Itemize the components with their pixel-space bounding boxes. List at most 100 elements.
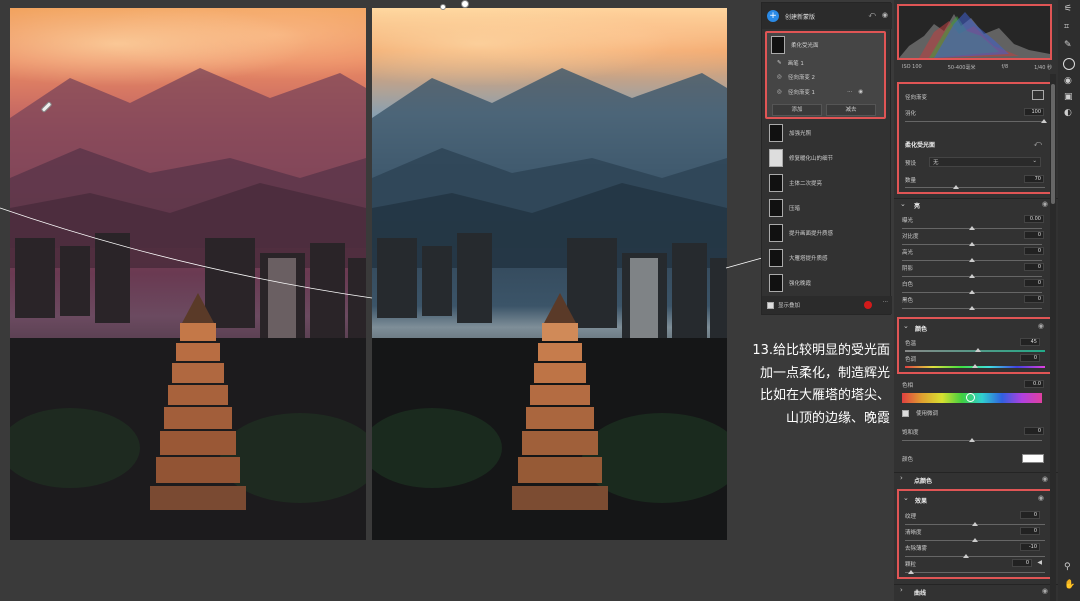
layer-item[interactable]: 加强光照	[765, 121, 889, 145]
slider-knob[interactable]	[969, 290, 975, 294]
amount-value[interactable]: 70	[1024, 175, 1044, 183]
preset-select[interactable]: 无 ⌄	[929, 157, 1041, 167]
reset-icon[interactable]: ⤺	[868, 11, 875, 20]
eye-icon[interactable]: ◉	[1042, 475, 1048, 483]
redeye-icon[interactable]: ◉	[1064, 76, 1072, 86]
layer-item[interactable]: 提升画面提升质感	[765, 221, 889, 245]
slider-knob[interactable]	[969, 226, 975, 230]
clarity-slider[interactable]	[905, 538, 1045, 542]
chevron-down-icon[interactable]: ⌄	[903, 494, 909, 502]
more-icon[interactable]: ···	[883, 299, 888, 305]
slider-knob[interactable]	[969, 438, 975, 442]
highlights-slider[interactable]	[902, 258, 1042, 262]
highlights-value[interactable]: 0	[1024, 247, 1044, 255]
eye-icon[interactable]: ◉	[1042, 587, 1048, 595]
slider-knob[interactable]	[972, 364, 978, 368]
texture-value[interactable]: 0	[1020, 511, 1040, 519]
hue-value[interactable]: 0.0	[1024, 380, 1044, 388]
contrast-slider[interactable]	[902, 242, 1042, 246]
layer-item[interactable]: 主体二次提亮	[765, 171, 889, 195]
show-overlay-checkbox[interactable]	[767, 301, 774, 309]
slider-knob[interactable]	[969, 242, 975, 246]
sliders-icon[interactable]: ⚟	[1064, 4, 1072, 14]
hue-slider[interactable]	[902, 393, 1042, 403]
versions-icon[interactable]: ◐	[1064, 108, 1072, 118]
exposure-value[interactable]: 0.00	[1024, 215, 1044, 223]
tint-value[interactable]: 0	[1020, 354, 1040, 362]
grain-value[interactable]: 0	[1012, 559, 1032, 567]
feather-value[interactable]: 100	[1024, 108, 1044, 116]
saturation-value[interactable]: 0	[1024, 427, 1044, 435]
use-fine-row[interactable]: 使用微调	[902, 409, 938, 417]
chevron-down-icon[interactable]: ⌄	[900, 200, 906, 208]
temperature-slider[interactable]	[905, 348, 1045, 352]
tint-slider[interactable]	[905, 364, 1045, 368]
masking-icon[interactable]	[1063, 58, 1075, 70]
panel-scrollbar[interactable]	[1050, 74, 1056, 601]
slider-knob[interactable]	[969, 274, 975, 278]
blacks-slider[interactable]	[902, 306, 1042, 310]
eye-icon[interactable]: ◉	[858, 89, 863, 95]
slider-knob[interactable]	[975, 348, 981, 352]
eye-icon[interactable]: ◉	[882, 11, 888, 20]
color-swatch[interactable]	[1022, 454, 1044, 463]
slider-knob[interactable]	[972, 538, 978, 542]
temperature-value[interactable]: 45	[1020, 338, 1040, 346]
chevron-down-icon[interactable]: ⌄	[903, 322, 909, 330]
layer-item[interactable]: 强化晚霞	[765, 271, 889, 295]
gradient-handle-2[interactable]	[440, 4, 446, 10]
slider-knob[interactable]	[1041, 119, 1047, 123]
invert-icon[interactable]	[1032, 90, 1044, 100]
exposure-slider[interactable]	[902, 226, 1042, 230]
layer-item[interactable]: 压暗	[765, 196, 889, 220]
layer-item[interactable]: 大雁塔提升质感	[765, 246, 889, 270]
slider-knob[interactable]	[908, 570, 914, 574]
feather-slider[interactable]	[905, 119, 1047, 123]
whites-slider[interactable]	[902, 290, 1042, 294]
shadows-value[interactable]: 0	[1024, 263, 1044, 271]
hand-icon[interactable]: ✋	[1064, 580, 1075, 590]
overlay-color-swatch[interactable]	[864, 301, 872, 309]
presets-icon[interactable]: ▣	[1064, 92, 1073, 102]
slider-knob[interactable]	[972, 522, 978, 526]
active-mask-row[interactable]: 柔化受光面	[767, 33, 891, 57]
grain-slider[interactable]	[905, 570, 1045, 574]
scrollbar-thumb[interactable]	[1051, 84, 1055, 204]
use-fine-checkbox[interactable]	[902, 409, 909, 417]
create-mask-button[interactable]: +	[767, 10, 779, 22]
chevron-right-icon[interactable]: ›	[900, 474, 903, 482]
sub-item-brush[interactable]: ✎ 画笔 1	[777, 59, 804, 67]
slider-knob[interactable]	[969, 306, 975, 310]
sub-item-radial-1[interactable]: ◎ 径向渐变 1 ··· ◉	[777, 88, 863, 96]
texture-slider[interactable]	[905, 522, 1045, 526]
zoom-icon[interactable]: ⚲	[1064, 562, 1071, 572]
hue-knob[interactable]	[966, 393, 975, 402]
dehaze-slider[interactable]	[905, 554, 1045, 558]
healing-brush-icon[interactable]: ✎	[1064, 40, 1072, 50]
layer-item[interactable]: 修复暖化山的细节	[765, 146, 889, 170]
gradient-handle[interactable]	[461, 0, 469, 8]
slider-knob[interactable]	[963, 554, 969, 558]
contrast-value[interactable]: 0	[1024, 231, 1044, 239]
eye-icon[interactable]: ◉	[1038, 494, 1044, 502]
eye-icon[interactable]: ◉	[1038, 322, 1044, 330]
clarity-value[interactable]: 0	[1020, 527, 1040, 535]
expand-triangle-icon[interactable]: ◀	[1037, 559, 1042, 566]
add-button[interactable]: 添加	[772, 104, 822, 116]
blacks-value[interactable]: 0	[1024, 295, 1044, 303]
saturation-slider[interactable]	[902, 438, 1042, 442]
shadows-slider[interactable]	[902, 274, 1042, 278]
amount-slider[interactable]	[905, 185, 1045, 189]
slider-knob[interactable]	[953, 185, 959, 189]
crop-icon[interactable]: ⌗	[1064, 22, 1069, 32]
eye-icon[interactable]: ◉	[1042, 200, 1048, 208]
dehaze-value[interactable]: -10	[1020, 543, 1040, 551]
reset-icon[interactable]: ⤺	[1033, 139, 1042, 149]
slider-knob[interactable]	[969, 258, 975, 262]
whites-value[interactable]: 0	[1024, 279, 1044, 287]
chevron-right-icon[interactable]: ›	[900, 586, 903, 594]
sub-item-radial-2[interactable]: ◎ 径向渐变 2	[777, 73, 815, 81]
more-icon[interactable]: ···	[847, 89, 852, 95]
active-mask-group[interactable]: 柔化受光面 ✎ 画笔 1 ◎ 径向渐变 2 ◎ 径向渐变 1 ··· ◉ 添加 减去	[765, 31, 886, 119]
subtract-button[interactable]: 减去	[826, 104, 876, 116]
